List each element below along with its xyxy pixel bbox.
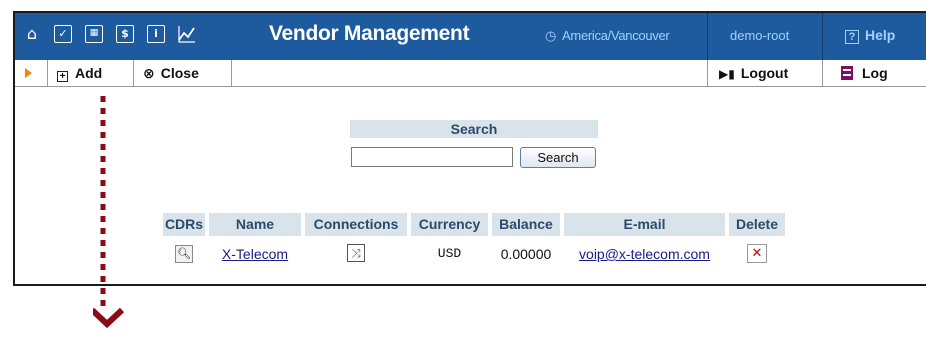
page-title: Vendor Management [269, 22, 470, 45]
toolbar-divider [133, 60, 134, 86]
column-header-connections: Connections [305, 213, 407, 236]
header-divider [822, 13, 823, 60]
logout-button[interactable]: ▶▮ Logout [719, 60, 788, 86]
delete-icon[interactable]: ✕ [747, 244, 767, 263]
close-label: Close [160, 65, 199, 81]
close-icon: ⊗ [143, 66, 155, 82]
clock-icon: ◷ [545, 29, 557, 44]
dotted-arrow-annotation [93, 96, 125, 329]
toolbar-divider [707, 60, 708, 86]
help-icon: ? [845, 30, 859, 44]
column-header-email: E-mail [564, 213, 725, 236]
logout-label: Logout [740, 65, 789, 81]
currency-cell: USD [437, 246, 462, 261]
dollar-icon[interactable]: $ [116, 25, 134, 43]
magnifier-icon[interactable]: 🔍︎ [175, 245, 193, 263]
column-header-currency: Currency [411, 213, 488, 236]
home-icon[interactable]: ⌂ [23, 25, 41, 43]
balance-cell: 0.00000 [500, 246, 552, 262]
grid-icon[interactable]: ▦ [85, 25, 103, 43]
user-link[interactable]: demo-root [730, 28, 789, 43]
add-label: Add [75, 65, 103, 81]
name-cell: X-Telecom [209, 241, 301, 267]
info-icon[interactable]: i [147, 25, 165, 43]
chart-icon[interactable] [178, 25, 196, 43]
connections-icon[interactable]: ⤨ [347, 244, 365, 262]
column-header-balance: Balance [492, 213, 560, 236]
log-label: Log [862, 65, 888, 81]
toolbar-divider [231, 60, 232, 86]
timezone-label: America/Vancouver [562, 28, 670, 43]
email-link[interactable]: voip@x-telecom.com [579, 246, 710, 262]
connections-cell: ⤨ [305, 241, 407, 267]
help-button[interactable]: ? Help [845, 27, 895, 44]
header-divider [707, 13, 708, 60]
cdr-cell: 🔍︎ [163, 241, 205, 267]
column-header-cdrs: CDRs [163, 213, 205, 236]
add-button[interactable]: + Add [57, 60, 102, 86]
close-button[interactable]: ⊗ Close [143, 60, 199, 86]
toolbar-divider [822, 60, 823, 86]
vendor-name-link[interactable]: X-Telecom [222, 246, 288, 262]
search-button[interactable]: Search [520, 147, 596, 168]
app-window: ⌂ ✓ ▦ $ i Vendor Management ◷ America/Van… [13, 11, 926, 286]
log-icon [841, 66, 853, 80]
plus-icon: + [57, 71, 68, 82]
column-header-name: Name [209, 213, 301, 236]
log-button[interactable]: Log [841, 60, 888, 86]
email-cell: voip@x-telecom.com [564, 241, 725, 267]
search-heading: Search [350, 120, 598, 138]
play-arrow-icon [25, 68, 32, 78]
checkbox-icon[interactable]: ✓ [54, 25, 72, 43]
timezone-link[interactable]: ◷ America/Vancouver [545, 28, 670, 44]
toolbar: + Add ⊗ Close ▶▮ Logout Log [15, 60, 926, 87]
search-input[interactable] [351, 147, 513, 167]
top-navigation-bar: ⌂ ✓ ▦ $ i Vendor Management ◷ America/Van… [15, 13, 926, 60]
toolbar-divider [47, 60, 48, 86]
delete-cell: ✕ [729, 241, 785, 267]
column-header-delete: Delete [729, 213, 785, 236]
help-label: Help [865, 27, 896, 43]
logout-icon: ▶▮ [719, 67, 735, 81]
